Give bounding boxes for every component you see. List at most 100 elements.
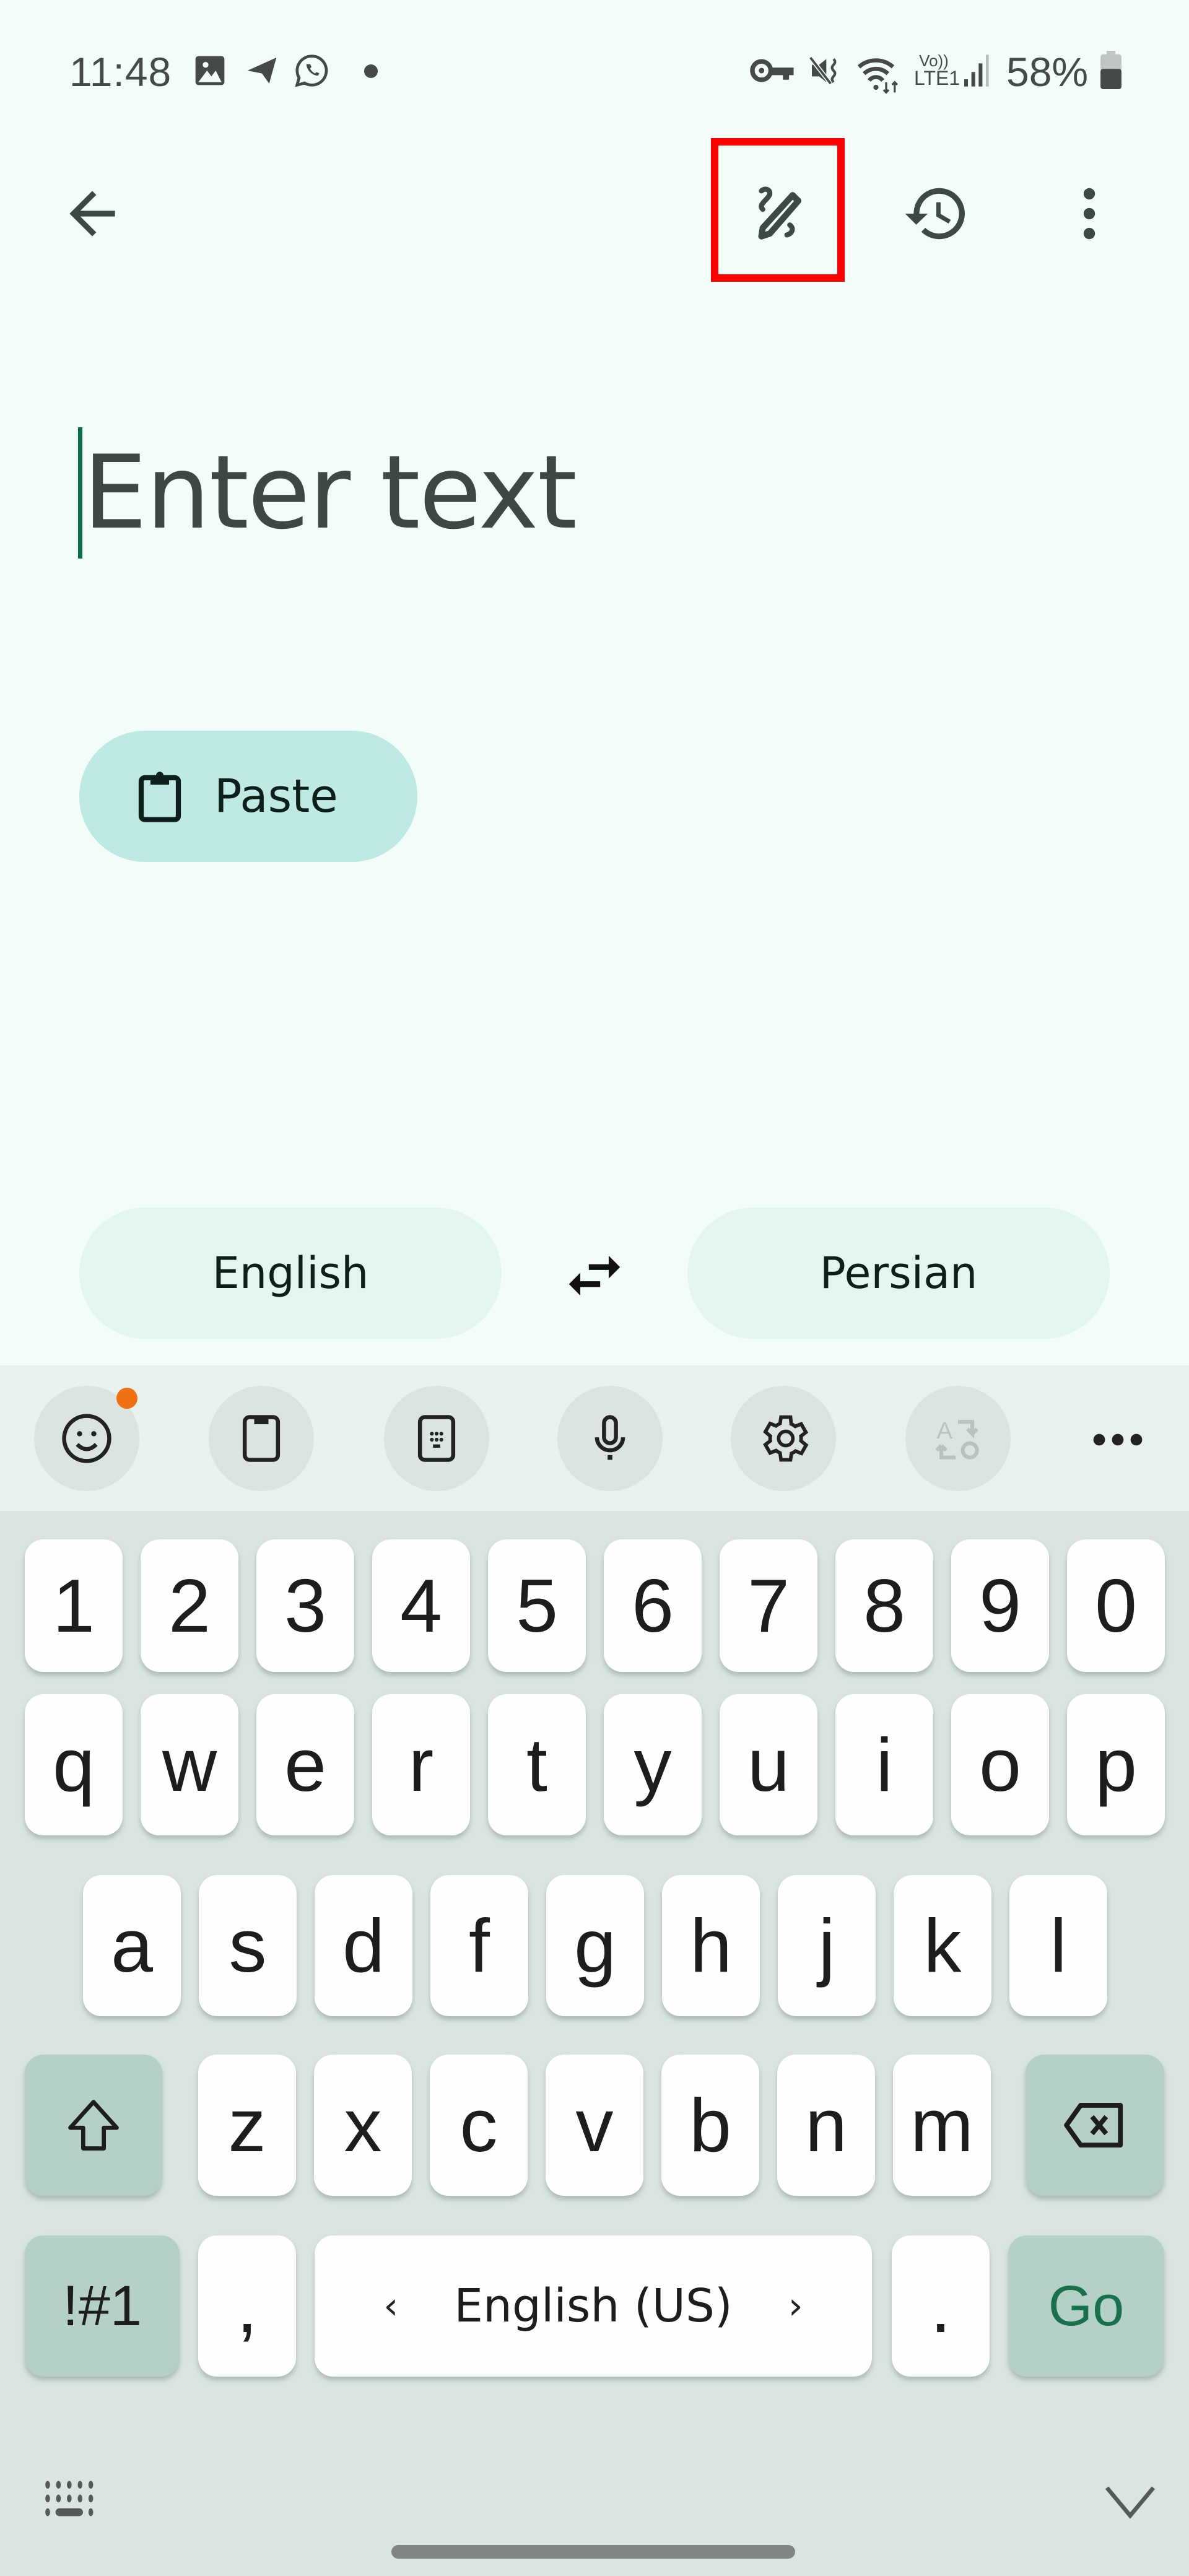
clipboard-button[interactable]	[209, 1386, 314, 1491]
whatsapp-icon	[295, 54, 328, 87]
key-5[interactable]: 5	[488, 1539, 586, 1672]
key-v[interactable]: v	[546, 2055, 643, 2196]
more-horiz-icon	[1093, 1434, 1143, 1446]
backspace-icon	[1064, 2103, 1123, 2147]
handwriting-icon	[758, 186, 802, 240]
key-c[interactable]: c	[430, 2055, 528, 2196]
source-text-input[interactable]: Enter text	[83, 433, 577, 552]
key-b[interactable]: b	[661, 2055, 759, 2196]
battery-icon	[1100, 51, 1121, 89]
wifi-icon	[857, 58, 899, 94]
text-cursor	[78, 427, 82, 559]
key-1[interactable]: 1	[25, 1539, 123, 1672]
paste-button[interactable]: Paste	[79, 731, 417, 862]
swap-languages-button[interactable]	[551, 1232, 638, 1319]
keyboard-clipboard-icon	[242, 1415, 281, 1462]
battery-percent: 58%	[1006, 49, 1089, 95]
target-language-button[interactable]: Persian	[687, 1208, 1110, 1339]
vpn-key-icon	[750, 59, 794, 82]
key-8[interactable]: 8	[835, 1539, 933, 1672]
notification-dot-icon	[364, 64, 378, 78]
keyboard-icon	[45, 2481, 94, 2517]
keyboard-switch-button[interactable]	[37, 2476, 105, 2525]
key-s[interactable]: s	[199, 1875, 297, 2016]
translate-icon: A	[935, 1417, 979, 1460]
gallery-icon	[195, 56, 225, 85]
keyboard-settings-button[interactable]	[731, 1386, 836, 1491]
chevron-down-icon	[1105, 2486, 1156, 2519]
source-language-button[interactable]: English	[79, 1208, 502, 1339]
keypad-button[interactable]	[384, 1386, 489, 1491]
key-o[interactable]: o	[951, 1694, 1049, 1835]
key-2[interactable]: 2	[141, 1539, 238, 1672]
key-4[interactable]: 4	[372, 1539, 470, 1672]
translate-button[interactable]: A	[905, 1386, 1011, 1491]
space-label: English (US)	[454, 2279, 733, 2333]
key-r[interactable]: r	[372, 1694, 470, 1835]
signal-icon	[964, 54, 989, 87]
key-n[interactable]: n	[777, 2055, 875, 2196]
paste-label: Paste	[214, 770, 338, 823]
back-button[interactable]	[46, 167, 139, 260]
back-icon	[69, 191, 115, 237]
microphone-icon	[594, 1415, 625, 1460]
comma-key[interactable]: ,	[198, 2235, 296, 2377]
go-key[interactable]: Go	[1008, 2235, 1164, 2377]
key-p[interactable]: p	[1067, 1694, 1165, 1835]
emoji-icon	[62, 1414, 111, 1463]
key-x[interactable]: x	[314, 2055, 412, 2196]
svg-text:A: A	[937, 1417, 953, 1444]
key-k[interactable]: k	[894, 1875, 991, 2016]
symbols-key[interactable]: !#1	[25, 2235, 180, 2377]
key-l[interactable]: l	[1009, 1875, 1107, 2016]
key-m[interactable]: m	[893, 2055, 991, 2196]
key-d[interactable]: d	[315, 1875, 412, 2016]
telegram-icon	[247, 58, 277, 84]
hide-keyboard-button[interactable]	[1096, 2471, 1164, 2533]
clipboard-icon	[138, 772, 181, 822]
target-language-label: Persian	[819, 1248, 978, 1299]
more-vert-icon	[1083, 188, 1095, 240]
notification-badge	[116, 1388, 137, 1409]
shift-icon	[68, 2100, 119, 2151]
space-left-arrow-icon: ‹	[383, 2284, 399, 2328]
key-h[interactable]: h	[662, 1875, 760, 2016]
space-key[interactable]: ‹ English (US) ›	[315, 2235, 872, 2377]
key-z[interactable]: z	[198, 2055, 296, 2196]
key-t[interactable]: t	[488, 1694, 586, 1835]
shift-key[interactable]	[25, 2055, 162, 2196]
backspace-key[interactable]	[1026, 2055, 1164, 2196]
settings-icon	[763, 1415, 809, 1462]
key-3[interactable]: 3	[256, 1539, 354, 1672]
key-9[interactable]: 9	[951, 1539, 1049, 1672]
key-e[interactable]: e	[256, 1694, 354, 1835]
key-6[interactable]: 6	[604, 1539, 702, 1672]
more-options-button[interactable]	[1043, 167, 1136, 260]
period-key[interactable]: .	[892, 2235, 990, 2377]
source-language-label: English	[212, 1248, 369, 1299]
volte-lte-icon: Vo)) LTE1	[914, 52, 960, 89]
key-a[interactable]: a	[83, 1875, 181, 2016]
space-right-arrow-icon: ›	[788, 2284, 803, 2328]
key-0[interactable]: 0	[1067, 1539, 1165, 1672]
keyboard-more-button[interactable]	[1078, 1406, 1158, 1474]
status-time: 11:48	[69, 49, 172, 95]
key-g[interactable]: g	[546, 1875, 644, 2016]
key-u[interactable]: u	[720, 1694, 817, 1835]
history-button[interactable]	[890, 167, 983, 260]
key-w[interactable]: w	[141, 1694, 238, 1835]
key-i[interactable]: i	[835, 1694, 933, 1835]
mute-vibrate-icon	[808, 56, 837, 85]
status-bar: 11:48 Vo)) LTE1 58%	[0, 0, 1189, 136]
key-f[interactable]: f	[430, 1875, 528, 2016]
handwriting-button[interactable]	[732, 167, 825, 260]
lte-label: LTE1	[914, 67, 960, 89]
key-j[interactable]: j	[778, 1875, 876, 2016]
history-icon	[905, 188, 965, 240]
gesture-handle[interactable]	[391, 2545, 795, 2559]
voice-input-button[interactable]	[557, 1386, 663, 1491]
key-7[interactable]: 7	[720, 1539, 817, 1672]
key-y[interactable]: y	[604, 1694, 702, 1835]
keypad-icon	[417, 1415, 456, 1462]
key-q[interactable]: q	[25, 1694, 123, 1835]
